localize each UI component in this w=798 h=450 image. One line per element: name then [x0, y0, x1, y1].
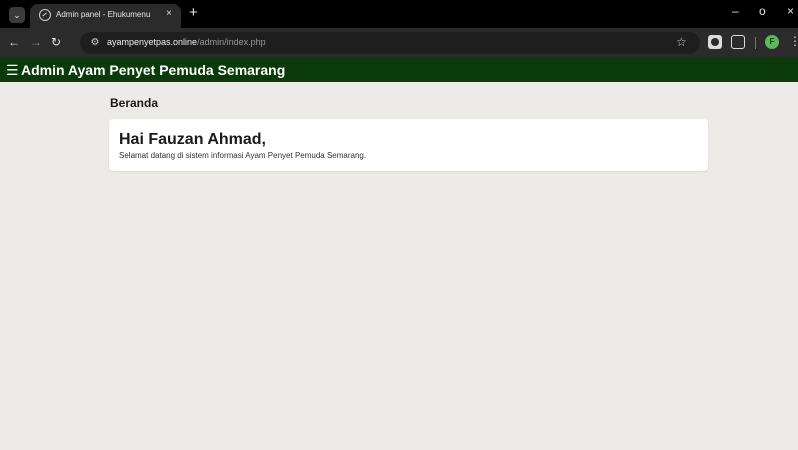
toolbar-divider — [755, 37, 756, 49]
hamburger-icon[interactable]: ☰ — [6, 62, 19, 78]
window-close-button[interactable]: × — [787, 4, 794, 18]
profile-avatar[interactable]: F — [765, 35, 779, 49]
browser-tab[interactable]: Admin panel - Ehukumenu × — [30, 4, 181, 28]
extension-icon[interactable] — [708, 35, 722, 49]
greeting-heading: Hai Fauzan Ahmad, — [119, 131, 266, 148]
star-icon[interactable]: ☆ — [676, 35, 687, 49]
url-host: ayampenyetpas.online — [107, 37, 198, 47]
tab-close-button[interactable]: × — [166, 8, 172, 19]
forward-arrow-icon[interactable]: → — [30, 35, 42, 49]
tab-title: Admin panel - Ehukumenu — [56, 10, 151, 19]
url-text[interactable]: ayampenyetpas.online/admin/index.php — [107, 37, 266, 47]
browser-tabstrip: ⌄ Admin panel - Ehukumenu × + – o × — [0, 0, 798, 28]
welcome-card: Hai Fauzan Ahmad, Selamat datang di sist… — [109, 119, 708, 171]
new-tab-button[interactable]: + — [189, 4, 198, 22]
chevron-down-icon[interactable]: ⌄ — [9, 7, 25, 23]
back-arrow-icon[interactable]: ← — [8, 35, 20, 49]
tune-icon[interactable]: ⚙ — [88, 36, 102, 50]
kebab-menu-icon[interactable]: ⋮ — [789, 34, 798, 48]
puzzle-icon[interactable] — [731, 35, 745, 49]
reload-icon[interactable]: ↻ — [51, 35, 61, 49]
minimize-button[interactable]: – — [732, 4, 739, 18]
address-bar[interactable]: ⚙ ayampenyetpas.online/admin/index.php ☆ — [80, 32, 700, 54]
app-header: ☰ Admin Ayam Penyet Pemuda Semarang — [0, 58, 798, 82]
browser-toolbar: ← → ↻ ⚙ ayampenyetpas.online/admin/index… — [0, 28, 798, 58]
url-path: /admin/index.php — [197, 37, 266, 47]
globe-icon — [39, 9, 51, 21]
welcome-text: Selamat datang di sistem informasi Ayam … — [119, 151, 367, 160]
maximize-button[interactable]: o — [759, 4, 766, 18]
app-title: Admin Ayam Penyet Pemuda Semarang — [21, 62, 286, 78]
page-title: Beranda — [110, 96, 159, 110]
